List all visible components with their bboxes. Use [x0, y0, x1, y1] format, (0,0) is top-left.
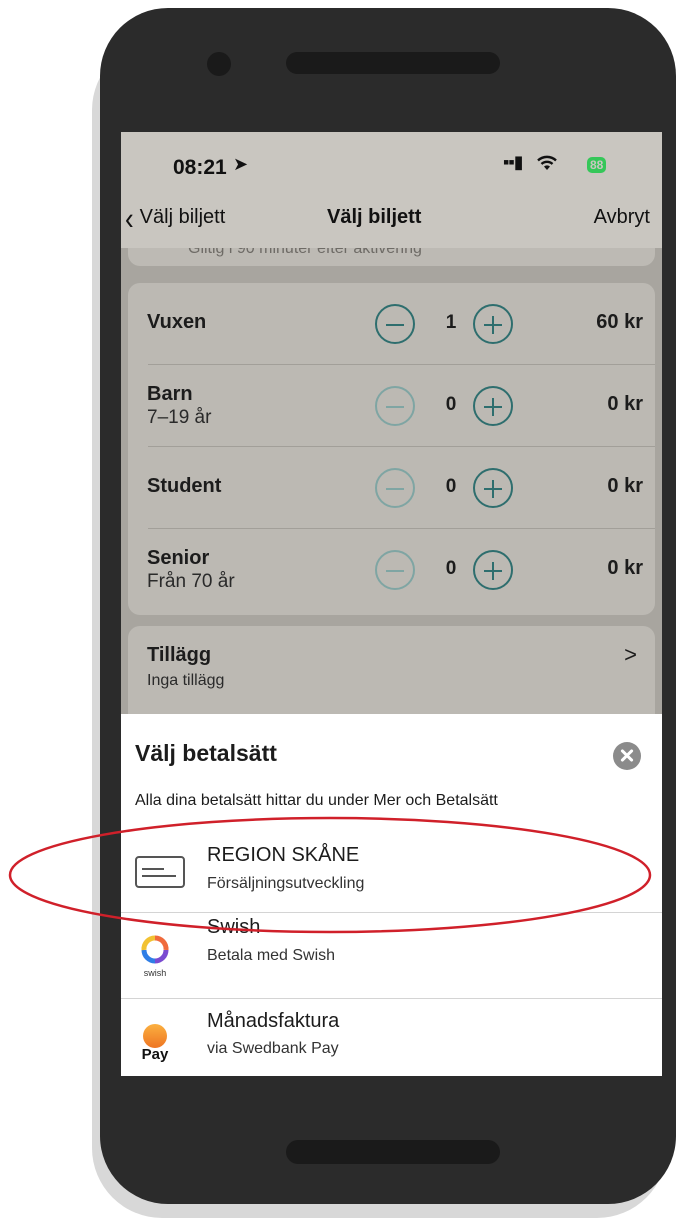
passenger-sublabel: Från 70 år — [147, 571, 235, 592]
increase-button[interactable] — [473, 386, 513, 426]
addons-subtitle: Inga tillägg — [147, 672, 225, 689]
payment-method-manadsfaktura[interactable]: Pay Månadsfaktura via Swedbank Pay — [121, 998, 662, 1076]
addons-title: Tillägg — [147, 644, 212, 666]
decrease-button[interactable] — [375, 468, 415, 508]
row-divider — [121, 998, 662, 999]
swish-icon: swish — [135, 934, 175, 980]
passenger-card: Vuxen 1 60 kr Barn 7–19 år 0 0 kr Studen… — [128, 283, 655, 615]
close-icon[interactable] — [613, 742, 641, 770]
back-button[interactable]: ‹ Välj biljett — [125, 199, 226, 236]
passenger-label: Senior — [147, 547, 210, 569]
validity-text: Giltig i 90 minuter efter aktivering — [188, 248, 422, 257]
increase-button[interactable] — [473, 468, 513, 508]
home-bar — [286, 1140, 500, 1164]
status-time: 08:21 — [173, 156, 227, 179]
app-screen: 08:21 ➤ ▪▪▮ 88 ‹ Välj biljett Välj bilje… — [121, 132, 662, 1076]
swedbank-pay-icon: Pay — [135, 1024, 175, 1068]
quantity-value: 0 — [445, 476, 457, 497]
passenger-row-vuxen: Vuxen 1 60 kr — [128, 283, 655, 365]
status-bar: 08:21 ➤ ▪▪▮ 88 — [121, 132, 662, 192]
wifi-icon — [537, 155, 557, 170]
payment-method-region-skane[interactable]: REGION SKÅNE Försäljningsutveckling — [121, 828, 662, 916]
passenger-label: Vuxen — [147, 311, 207, 333]
navigation-bar: ‹ Välj biljett Välj biljett Avbryt — [121, 192, 662, 248]
price-value: 0 kr — [607, 557, 643, 579]
sheet-info-text: Alla dina betalsätt hittar du under Mer … — [135, 792, 498, 809]
speaker-grille — [286, 52, 500, 74]
decrease-button[interactable] — [375, 386, 415, 426]
price-value: 0 kr — [607, 475, 643, 497]
ticket-info-card: Giltig i 90 minuter efter aktivering — [128, 248, 655, 266]
page-title: Välj biljett — [327, 206, 422, 228]
payment-method-name: Swish — [207, 916, 261, 938]
passenger-label: Barn — [147, 383, 193, 405]
sheet-title: Välj betalsätt — [135, 740, 277, 766]
addons-row[interactable]: Tillägg Inga tillägg > — [128, 626, 655, 716]
decrease-button[interactable] — [375, 304, 415, 344]
payment-method-sheet: Välj betalsätt Alla dina betalsätt hitta… — [121, 714, 662, 1076]
increase-button[interactable] — [473, 550, 513, 590]
chevron-left-icon: ‹ — [125, 199, 134, 236]
payment-method-description: via Swedbank Pay — [207, 1040, 339, 1057]
cancel-button[interactable]: Avbryt — [594, 206, 650, 229]
row-divider — [121, 912, 662, 913]
price-value: 60 kr — [596, 311, 643, 333]
payment-method-name: Månadsfaktura — [207, 1010, 340, 1032]
camera-icon — [207, 52, 231, 76]
quantity-value: 0 — [445, 558, 457, 579]
chevron-right-icon: > — [624, 642, 637, 667]
cellular-signal-icon: ▪▪▮ — [503, 152, 524, 172]
quantity-value: 0 — [445, 394, 457, 415]
battery-icon: 88 — [587, 157, 607, 173]
passenger-row-student: Student 0 0 kr — [128, 447, 655, 529]
swish-caption: swish — [143, 968, 167, 978]
passenger-row-senior: Senior Från 70 år 0 0 kr — [128, 529, 655, 611]
card-icon — [135, 856, 185, 888]
passenger-row-barn: Barn 7–19 år 0 0 kr — [128, 365, 655, 447]
passenger-sublabel: 7–19 år — [147, 407, 212, 428]
payment-method-swish[interactable]: swish Swish Betala med Swish — [121, 912, 662, 1000]
payment-method-description: Försäljningsutveckling — [207, 875, 365, 892]
passenger-label: Student — [147, 475, 222, 497]
quantity-value: 1 — [445, 312, 457, 333]
payment-method-name: REGION SKÅNE — [207, 844, 360, 866]
pay-caption: Pay — [141, 1046, 169, 1063]
decrease-button[interactable] — [375, 550, 415, 590]
location-arrow-icon: ➤ — [233, 154, 249, 174]
price-value: 0 kr — [607, 393, 643, 415]
increase-button[interactable] — [473, 304, 513, 344]
payment-method-description: Betala med Swish — [207, 947, 336, 964]
back-label: Välj biljett — [139, 206, 226, 228]
